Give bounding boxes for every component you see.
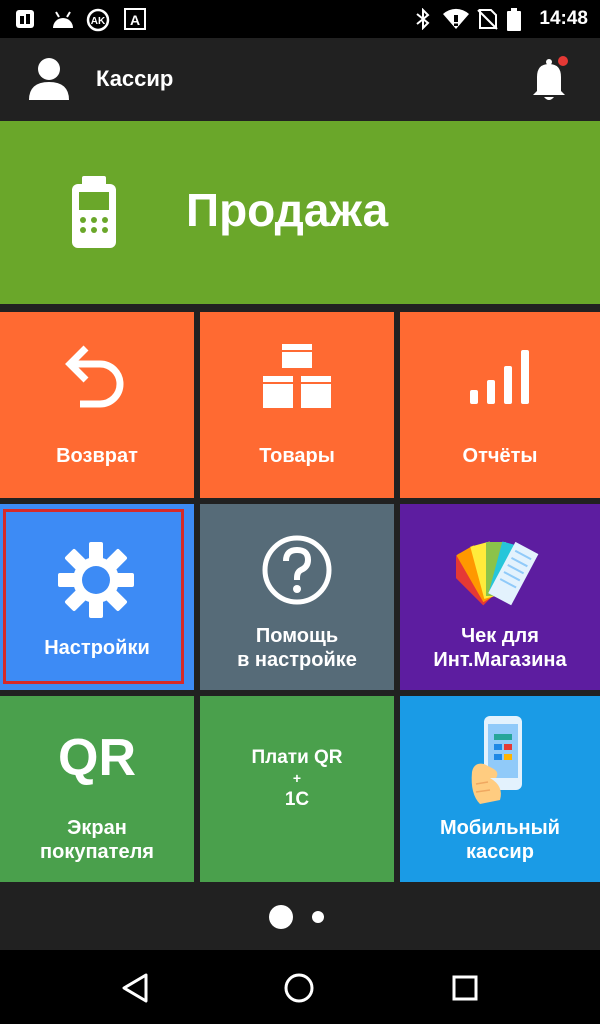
page-dot-active[interactable] xyxy=(269,905,293,929)
receipt-tile[interactable]: Чек для Инт.Магазина xyxy=(400,504,600,690)
pay-qr-label-line3: 1С xyxy=(284,789,310,810)
status-bar: AK A 14:48 xyxy=(0,0,600,38)
goods-label: Товары xyxy=(259,445,335,467)
customer-screen-tile[interactable]: QR Экран покупателя xyxy=(0,696,194,882)
boxes-icon xyxy=(263,344,331,408)
navigation-bar xyxy=(0,950,600,1024)
undo-icon xyxy=(65,345,124,408)
page-dot[interactable] xyxy=(312,911,324,923)
phone-hand-icon xyxy=(471,716,522,804)
receipt-label-line1: Чек для xyxy=(461,625,539,647)
pay-qr-label-line1: Плати QR xyxy=(251,747,343,768)
return-label: Возврат xyxy=(56,445,138,467)
settings-tile[interactable]: Настройки xyxy=(0,504,194,690)
question-icon xyxy=(262,535,332,605)
android-icon xyxy=(53,11,73,28)
help-label-line2: в настройке xyxy=(237,649,357,671)
bars-icon xyxy=(470,350,529,404)
page-indicator xyxy=(0,882,600,950)
gear-icon xyxy=(58,542,134,618)
mobile-cashier-label-line1: Мобильный xyxy=(440,817,560,839)
svg-text:A: A xyxy=(130,12,140,28)
app-bar: Кассир xyxy=(0,38,600,120)
return-tile[interactable]: Возврат xyxy=(0,312,194,498)
ak-icon: AK xyxy=(86,8,110,32)
help-tile[interactable]: Помощь в настройке xyxy=(200,504,394,690)
qr-icon-text: QR xyxy=(58,729,136,787)
user-name: Кассир xyxy=(96,66,174,91)
home-icon[interactable] xyxy=(283,972,315,1004)
cards-fan-icon xyxy=(456,541,539,606)
recents-icon[interactable] xyxy=(451,974,479,1002)
reports-label: Отчёты xyxy=(462,445,538,467)
customer-screen-label-line1: Экран xyxy=(67,817,127,839)
bell-icon[interactable] xyxy=(530,56,570,102)
font-icon: A xyxy=(124,8,146,30)
sale-label: Продажа xyxy=(186,184,389,236)
mobile-cashier-tile[interactable]: Мобильный кассир xyxy=(400,696,600,882)
help-label-line1: Помощь xyxy=(255,625,339,647)
svg-text:AK: AK xyxy=(91,16,106,27)
back-icon[interactable] xyxy=(120,972,150,1004)
pay-qr-tile[interactable]: Плати QR + 1С xyxy=(200,696,394,882)
goods-tile[interactable]: Товары xyxy=(200,312,394,498)
notification-dot xyxy=(558,56,568,66)
avatar-icon[interactable] xyxy=(28,56,70,100)
bluetooth-icon xyxy=(416,8,430,30)
terminal-icon xyxy=(72,176,116,248)
sim-icon xyxy=(16,10,34,28)
battery-icon xyxy=(507,8,521,31)
customer-screen-label-line2: покупателя xyxy=(40,841,154,863)
settings-label: Настройки xyxy=(44,637,150,659)
mobile-cashier-label-line2: кассир xyxy=(466,841,534,863)
receipt-label-line2: Инт.Магазина xyxy=(433,649,567,671)
no-sim-icon xyxy=(477,9,498,30)
pay-qr-label-line2: + xyxy=(292,770,302,786)
reports-tile[interactable]: Отчёты xyxy=(400,312,600,498)
clock: 14:48 xyxy=(539,8,588,29)
sale-tile[interactable]: Продажа xyxy=(0,121,600,304)
wifi-icon xyxy=(443,8,469,29)
